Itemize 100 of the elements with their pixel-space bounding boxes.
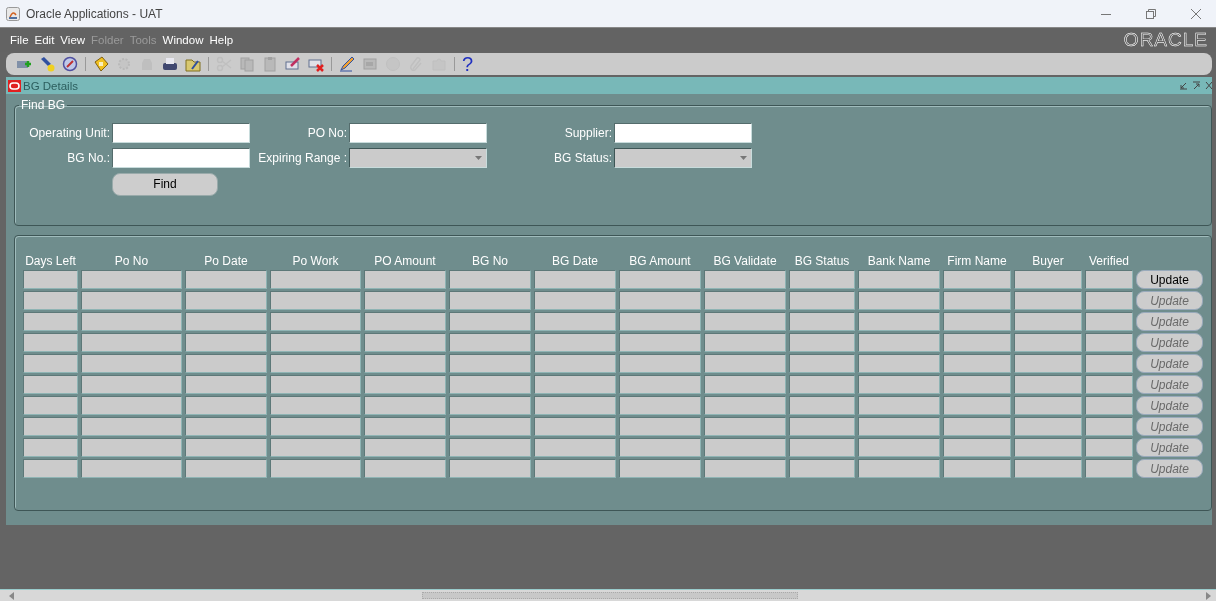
table-cell[interactable]: [789, 291, 855, 310]
table-cell[interactable]: [1085, 354, 1133, 373]
close-icon[interactable]: [1205, 81, 1212, 90]
table-cell[interactable]: [185, 270, 267, 289]
table-cell[interactable]: [943, 291, 1011, 310]
table-cell[interactable]: [534, 291, 616, 310]
menu-item[interactable]: View: [60, 34, 86, 46]
table-cell[interactable]: [858, 333, 940, 352]
table-cell[interactable]: [449, 270, 531, 289]
caret-icon[interactable]: [475, 156, 482, 160]
table-cell[interactable]: [534, 438, 616, 457]
table-cell[interactable]: [270, 375, 361, 394]
table-cell[interactable]: [619, 396, 701, 415]
table-cell[interactable]: [364, 333, 446, 352]
printer-icon[interactable]: [162, 56, 178, 72]
table-cell[interactable]: [185, 354, 267, 373]
table-cell[interactable]: [185, 438, 267, 457]
table-cell[interactable]: [270, 291, 361, 310]
table-cell[interactable]: [1085, 417, 1133, 436]
table-cell[interactable]: [943, 375, 1011, 394]
table-cell[interactable]: [943, 459, 1011, 478]
table-cell[interactable]: [449, 396, 531, 415]
table-cell[interactable]: [364, 312, 446, 331]
table-cell[interactable]: [704, 333, 786, 352]
table-cell[interactable]: [449, 375, 531, 394]
table-cell[interactable]: [1014, 459, 1082, 478]
table-cell[interactable]: [270, 417, 361, 436]
table-cell[interactable]: [1014, 270, 1082, 289]
table-cell[interactable]: [619, 375, 701, 394]
table-cell[interactable]: [789, 459, 855, 478]
table-cell[interactable]: [943, 312, 1011, 331]
table-cell[interactable]: [1014, 438, 1082, 457]
table-cell[interactable]: [704, 375, 786, 394]
table-cell[interactable]: [943, 333, 1011, 352]
minimize-icon[interactable]: [1179, 81, 1188, 90]
table-cell[interactable]: [943, 270, 1011, 289]
input-field[interactable]: [349, 123, 487, 143]
table-cell[interactable]: [1014, 354, 1082, 373]
table-cell[interactable]: [704, 417, 786, 436]
table-cell[interactable]: [1014, 375, 1082, 394]
table-cell[interactable]: [81, 396, 182, 415]
maximize-icon[interactable]: [1192, 81, 1201, 90]
table-cell[interactable]: [23, 270, 78, 289]
table-cell[interactable]: [364, 417, 446, 436]
table-cell[interactable]: [364, 354, 446, 373]
table-cell[interactable]: [858, 354, 940, 373]
table-cell[interactable]: [1014, 291, 1082, 310]
table-cell[interactable]: [270, 396, 361, 415]
table-cell[interactable]: [185, 459, 267, 478]
table-cell[interactable]: [858, 459, 940, 478]
table-cell[interactable]: [1085, 312, 1133, 331]
table-cell[interactable]: [364, 270, 446, 289]
menu-item[interactable]: Help: [209, 34, 234, 46]
table-cell[interactable]: [1085, 291, 1133, 310]
table-cell[interactable]: [1085, 438, 1133, 457]
table-cell[interactable]: [704, 291, 786, 310]
dropdown-field[interactable]: [614, 148, 752, 168]
table-cell[interactable]: [943, 438, 1011, 457]
table-cell[interactable]: [81, 438, 182, 457]
table-cell[interactable]: [858, 375, 940, 394]
table-cell[interactable]: [858, 291, 940, 310]
input-field[interactable]: [112, 123, 250, 143]
pencil-icon[interactable]: [339, 56, 355, 72]
table-cell[interactable]: [534, 333, 616, 352]
table-cell[interactable]: [449, 417, 531, 436]
table-cell[interactable]: [185, 375, 267, 394]
table-cell[interactable]: [1014, 396, 1082, 415]
caret-icon[interactable]: [740, 156, 747, 160]
table-cell[interactable]: [185, 417, 267, 436]
table-cell[interactable]: [81, 291, 182, 310]
table-cell[interactable]: [81, 312, 182, 331]
table-cell[interactable]: [364, 396, 446, 415]
menu-item[interactable]: Window: [162, 34, 204, 46]
table-cell[interactable]: [858, 396, 940, 415]
table-cell[interactable]: [534, 396, 616, 415]
input-field[interactable]: [614, 123, 752, 143]
table-cell[interactable]: [619, 438, 701, 457]
table-cell[interactable]: [704, 459, 786, 478]
table-cell[interactable]: [534, 459, 616, 478]
table-cell[interactable]: [1085, 270, 1133, 289]
eraser-icon[interactable]: [285, 56, 301, 72]
folder-icon[interactable]: [185, 56, 201, 72]
table-cell[interactable]: [789, 270, 855, 289]
table-cell[interactable]: [81, 354, 182, 373]
dropdown-field[interactable]: [349, 148, 487, 168]
table-cell[interactable]: [81, 270, 182, 289]
table-cell[interactable]: [704, 270, 786, 289]
table-cell[interactable]: [619, 291, 701, 310]
table-cell[interactable]: [23, 291, 78, 310]
table-cell[interactable]: [534, 375, 616, 394]
table-cell[interactable]: [364, 291, 446, 310]
table-cell[interactable]: [23, 375, 78, 394]
table-cell[interactable]: [943, 396, 1011, 415]
table-cell[interactable]: [1085, 396, 1133, 415]
table-cell[interactable]: [23, 417, 78, 436]
table-cell[interactable]: [23, 354, 78, 373]
table-cell[interactable]: [364, 375, 446, 394]
close-icon[interactable]: [1190, 7, 1202, 20]
find-button[interactable]: Find: [112, 172, 218, 196]
table-cell[interactable]: [534, 417, 616, 436]
